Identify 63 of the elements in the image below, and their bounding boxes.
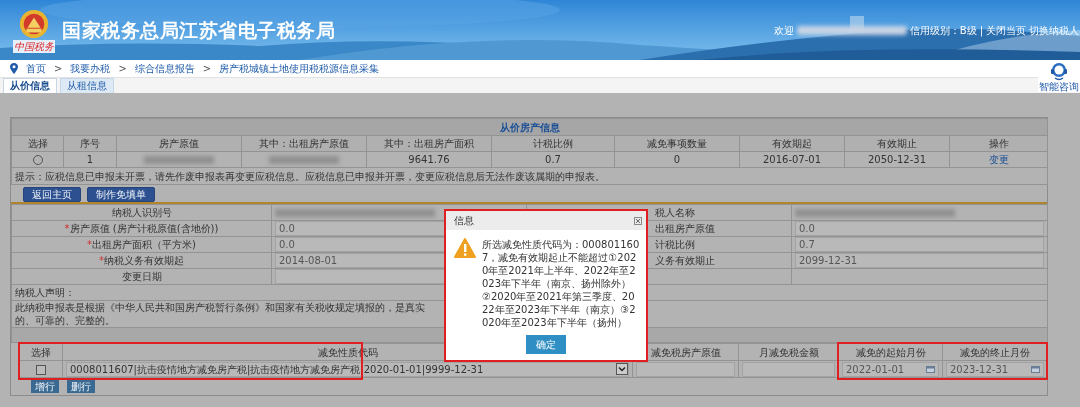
column-header: 减免税房产原值: [650, 346, 721, 358]
close-icon[interactable]: [634, 216, 642, 225]
assistant-button[interactable]: 智能咨询: [1038, 61, 1080, 92]
breadcrumb-link[interactable]: 首页: [26, 62, 46, 75]
field-label: 计税比例: [655, 239, 695, 250]
field-label: 纳税人识别号: [111, 207, 172, 218]
confirm-button[interactable]: 确定: [526, 335, 566, 354]
input-field[interactable]: 0.0: [795, 221, 1044, 236]
action-button[interactable]: 返回主页: [23, 187, 81, 202]
breadcrumb-separator: >: [202, 62, 212, 75]
table-cell: 1: [63, 151, 117, 168]
emblem-icon: [18, 7, 50, 40]
location-pin-icon: [10, 63, 18, 74]
column-header: 选择: [31, 346, 51, 358]
breadcrumb-link[interactable]: 我要办税: [70, 62, 111, 75]
breadcrumb-link[interactable]: 房产税城镇土地使用税税源信息采集: [219, 62, 380, 75]
checkbox[interactable]: [36, 364, 46, 375]
breadcrumb-link[interactable]: 综合信息报告: [134, 62, 195, 75]
input-field[interactable]: 2099-12-31: [795, 253, 1044, 268]
credit-level: 信用级别：B级: [909, 23, 977, 37]
blurred-text: [144, 156, 214, 164]
row-button[interactable]: 删行: [67, 380, 95, 393]
breadcrumb-separator: >: [54, 62, 63, 75]
warning-icon: [454, 238, 476, 258]
table-cell: 0: [614, 151, 740, 168]
dropdown-icon: [616, 363, 628, 375]
divider-text: |: [979, 23, 983, 37]
table-cell: 2016-07-01: [739, 151, 845, 168]
welcome-text: 欢迎: [773, 23, 794, 37]
column-header: 月减免税金额: [758, 346, 819, 358]
input-field[interactable]: [636, 361, 735, 377]
action-button[interactable]: 制作免填单: [87, 187, 155, 202]
date-field[interactable]: 2022-01-01: [842, 361, 939, 377]
declaration-title: 纳税人声明：: [15, 287, 75, 298]
change-link[interactable]: 变更: [988, 154, 1009, 165]
site-title: 国家税务总局江苏省电子税务局: [62, 18, 335, 42]
blurred-text: [269, 156, 339, 164]
field-label: *出租房产面积（平方米): [87, 239, 196, 250]
tab[interactable]: 从租信息: [60, 78, 114, 93]
declaration-text: 此纳税申报表是根据《中华人民共和国房产税暂行条例》和国家有关税收规定填报的，是真实的、可靠的、完整的。: [15, 301, 426, 327]
column-header: 减免的终止月份: [960, 346, 1030, 358]
table-cell: 0.7: [491, 151, 615, 168]
calendar-icon[interactable]: [1031, 365, 1040, 373]
calendar-icon[interactable]: [926, 365, 935, 373]
headset-icon: [1049, 61, 1069, 81]
table-cell: 2050-12-31: [844, 151, 950, 168]
table-title: 从价房产信息: [499, 121, 560, 133]
field-label: 出租房产原值: [655, 223, 715, 234]
field-label: 义务有效期止: [655, 255, 715, 266]
row-button[interactable]: 增行: [31, 380, 59, 393]
table-cell: 9641.76: [366, 151, 492, 168]
field-label: *纳税义务有效期起: [99, 255, 184, 266]
breadcrumb-separator: >: [118, 62, 127, 75]
input-field[interactable]: 0.7: [795, 237, 1044, 252]
input-field[interactable]: [742, 361, 835, 377]
column-header: 减免的起始月份: [855, 346, 926, 358]
tip-text: 提示：应税信息已申报未开票，请先作废申报表再变更应税信息。应税信息已申报并开票，变更应税信息后无法作废该属期的申报表。: [11, 167, 1048, 185]
header-link[interactable]: 关闭当页: [986, 23, 1026, 37]
tab[interactable]: 从价信息: [3, 78, 57, 93]
date-field[interactable]: 2023-12-31: [946, 361, 1044, 377]
field-label: 税人名称: [655, 207, 695, 218]
field-label: 变更日期: [121, 271, 162, 282]
field-label: *房产原值 (房产计税原值(含地价)): [64, 223, 219, 234]
